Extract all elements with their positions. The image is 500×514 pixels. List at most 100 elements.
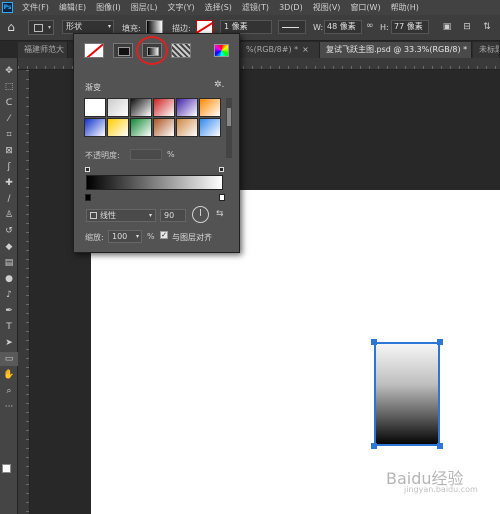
rectangle-icon <box>34 24 43 32</box>
height-input[interactable]: 77 像素 <box>391 20 429 34</box>
angle-dial[interactable] <box>192 206 209 223</box>
move-tool-icon[interactable]: ✥ <box>0 64 18 78</box>
path-arrangement-icon[interactable]: ⇅ <box>480 20 494 34</box>
presets-scrollbar-thumb[interactable] <box>227 108 231 126</box>
menu-type[interactable]: 文字(Y) <box>162 2 199 13</box>
red-highlight-circle <box>136 36 168 65</box>
transform-handle[interactable] <box>371 339 377 345</box>
path-alignment-icon[interactable]: ⊟ <box>460 20 474 34</box>
tool-preset-picker[interactable]: ▾ <box>28 20 54 35</box>
color-stop[interactable] <box>219 194 225 201</box>
transform-handle[interactable] <box>371 443 377 449</box>
eraser-tool-icon[interactable]: ◆ <box>0 240 18 254</box>
gradient-bar[interactable] <box>86 175 223 190</box>
no-fill-button[interactable] <box>84 43 104 58</box>
opacity-label: 不透明度: <box>85 151 120 160</box>
gradient-preset-swatch[interactable] <box>107 98 129 117</box>
gradient-preset-swatch[interactable] <box>153 118 175 137</box>
path-operations-icon[interactable]: ▣ <box>440 20 454 34</box>
menu-help[interactable]: 帮助(H) <box>386 2 424 13</box>
gradient-tool-icon[interactable]: ▤ <box>0 256 18 270</box>
opacity-stop[interactable] <box>219 167 224 172</box>
tab-label: 未标题 <box>479 45 499 54</box>
more-tools-icon[interactable]: ··· <box>0 400 18 414</box>
gradient-preset-swatch[interactable] <box>130 118 152 137</box>
gradient-preset-swatch[interactable] <box>153 98 175 117</box>
foreground-color-swatch[interactable] <box>2 464 11 473</box>
tab-document-4[interactable]: 未标题 <box>473 42 500 58</box>
tab-document-3[interactable]: 复试飞跃主图.psd @ 33.3%(RGB/8) *× <box>320 42 472 58</box>
gradient-preset-swatch[interactable] <box>199 98 221 117</box>
solid-color-button[interactable] <box>113 43 133 58</box>
rectangle-tool-icon[interactable]: ▭ <box>0 352 18 366</box>
baidu-watermark-url: jingyan.baidu.com <box>404 485 478 494</box>
fill-swatch-button[interactable] <box>146 20 163 34</box>
gradient-rectangle-shape[interactable] <box>374 342 440 446</box>
scale-value: 100 <box>112 232 128 241</box>
eyedropper-tool-icon[interactable]: ʃ <box>0 160 18 174</box>
opacity-input[interactable] <box>130 149 162 160</box>
height-label: H: <box>380 23 389 32</box>
gradient-style-select[interactable]: 线性 ▾ <box>86 209 156 222</box>
align-with-layer-checkbox[interactable]: ✓ <box>160 231 168 239</box>
photoshop-logo: Ps <box>2 2 13 13</box>
home-icon[interactable]: ⌂ <box>3 19 19 35</box>
gradient-preset-swatch[interactable] <box>199 118 221 137</box>
menu-3d[interactable]: 3D(D) <box>274 3 308 12</box>
menu-layer[interactable]: 图层(L) <box>126 2 163 13</box>
close-icon[interactable]: × <box>302 45 309 54</box>
link-icon[interactable]: ∞ <box>366 21 374 31</box>
gear-icon[interactable]: ✲. <box>214 80 224 90</box>
blur-tool-icon[interactable]: ● <box>0 272 18 286</box>
gradient-preset-swatch[interactable] <box>176 98 198 117</box>
healing-brush-tool-icon[interactable]: ✚ <box>0 176 18 190</box>
brush-tool-icon[interactable]: ∕ <box>0 192 18 206</box>
dodge-tool-icon[interactable]: ♪ <box>0 288 18 302</box>
scale-input[interactable]: 100 ▾ <box>108 230 142 243</box>
opacity-stop[interactable] <box>85 167 90 172</box>
clone-stamp-tool-icon[interactable]: ♙ <box>0 208 18 222</box>
stroke-type-select[interactable] <box>278 20 306 34</box>
scale-unit: % <box>147 232 155 241</box>
menu-file[interactable]: 文件(F) <box>17 2 54 13</box>
stroke-width-input[interactable]: 1 像素 <box>220 20 272 34</box>
hand-tool-icon[interactable]: ✋ <box>0 368 18 382</box>
menu-image[interactable]: 图像(I) <box>91 2 126 13</box>
tab-document-1[interactable]: 福建师范大 <box>18 42 68 58</box>
menu-bar: Ps 文件(F) 编辑(E) 图像(I) 图层(L) 文字(Y) 选择(S) 滤… <box>0 0 500 15</box>
menu-view[interactable]: 视图(V) <box>308 2 346 13</box>
color-picker-icon[interactable] <box>214 44 229 57</box>
presets-scrollbar[interactable] <box>226 98 232 158</box>
pattern-button[interactable] <box>171 43 191 58</box>
gradient-preset-swatch[interactable] <box>84 98 106 117</box>
lasso-tool-icon[interactable]: ᑕ <box>0 96 18 110</box>
menu-select[interactable]: 选择(S) <box>200 2 237 13</box>
quick-select-tool-icon[interactable]: ⁄ <box>0 112 18 126</box>
angle-input[interactable]: 90 <box>160 209 186 222</box>
gradient-preset-swatch[interactable] <box>84 118 106 137</box>
menu-window[interactable]: 窗口(W) <box>345 2 385 13</box>
tab-document-2[interactable]: %(RGB/8#) * × <box>240 42 320 58</box>
reverse-gradient-icon[interactable]: ⇆ <box>216 209 224 219</box>
close-icon[interactable]: × <box>471 45 472 54</box>
shape-mode-select[interactable]: 形状 ▾ <box>62 20 114 34</box>
path-selection-tool-icon[interactable]: ➤ <box>0 336 18 350</box>
frame-tool-icon[interactable]: ⊠ <box>0 144 18 158</box>
gradient-section-title: 渐变 <box>85 83 101 92</box>
gradient-preset-swatch[interactable] <box>176 118 198 137</box>
menu-edit[interactable]: 编辑(E) <box>54 2 91 13</box>
pen-tool-icon[interactable]: ✒ <box>0 304 18 318</box>
menu-filter[interactable]: 滤镜(T) <box>237 2 274 13</box>
crop-tool-icon[interactable]: ⌗ <box>0 128 18 142</box>
gradient-preset-swatch[interactable] <box>130 98 152 117</box>
color-stop[interactable] <box>85 194 91 201</box>
width-input[interactable]: 48 像素 <box>324 20 362 34</box>
marquee-tool-icon[interactable]: ⬚ <box>0 80 18 94</box>
gradient-preset-swatch[interactable] <box>107 118 129 137</box>
history-brush-tool-icon[interactable]: ↺ <box>0 224 18 238</box>
type-tool-icon[interactable]: T <box>0 320 18 334</box>
transform-handle[interactable] <box>437 339 443 345</box>
transform-handle[interactable] <box>437 443 443 449</box>
stroke-swatch-button[interactable] <box>196 20 213 34</box>
zoom-tool-icon[interactable]: ⌕ <box>0 384 18 398</box>
